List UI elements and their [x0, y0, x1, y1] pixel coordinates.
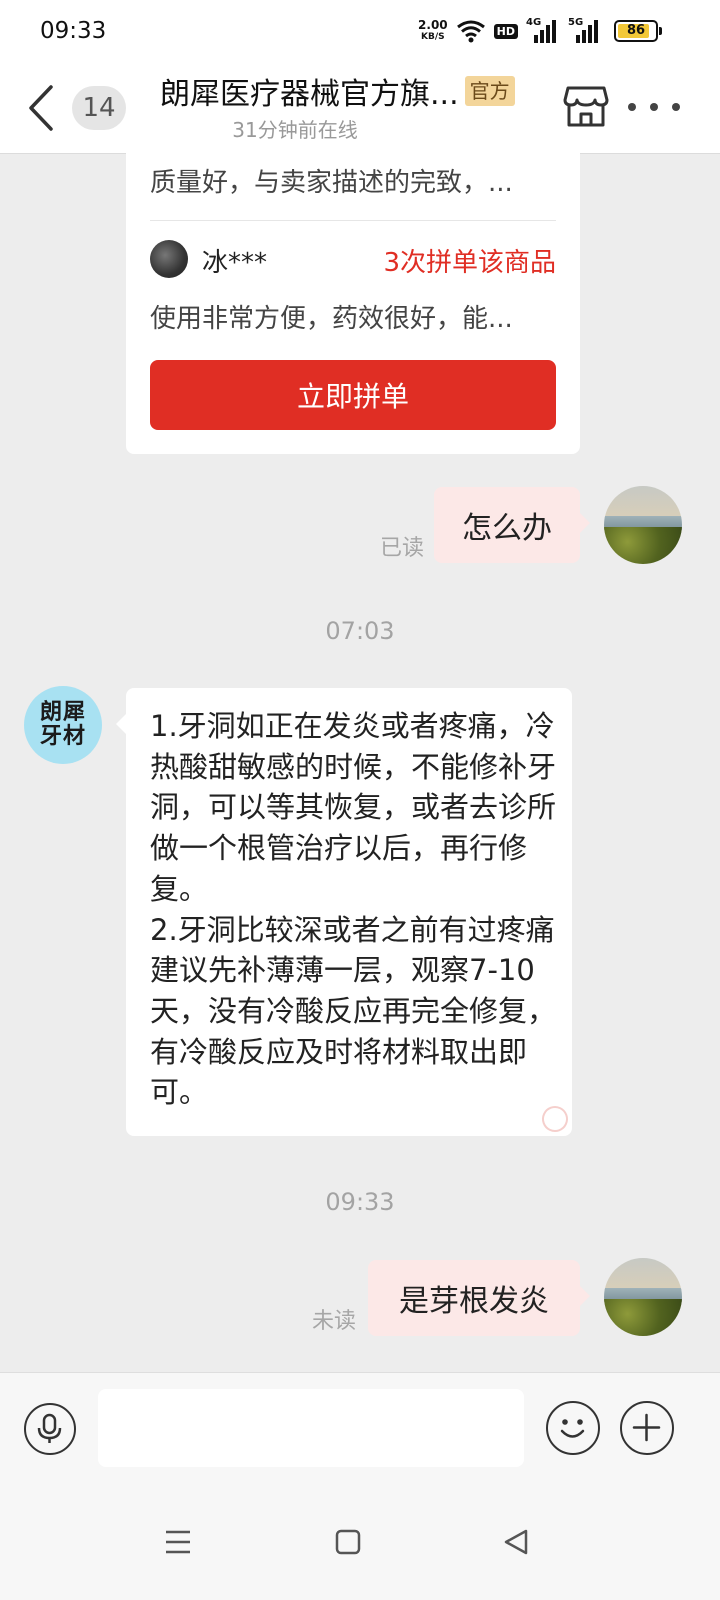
user-avatar[interactable]: [604, 486, 682, 564]
shop-logo-text: 朗犀 牙材: [39, 700, 86, 749]
back-triangle-icon: [504, 1529, 528, 1555]
reviewer-name: 冰***: [202, 248, 268, 278]
status-bar: 09:33 2.00 KB/S HD 4G 5G 86: [0, 0, 720, 62]
emoji-button[interactable]: [546, 1401, 600, 1455]
battery-icon: 86: [614, 20, 662, 42]
more-actions-button[interactable]: [620, 1401, 674, 1455]
home-icon: [335, 1529, 361, 1555]
menu-button[interactable]: [154, 1518, 202, 1566]
review-text: 质量好，与卖家描述的完致，...: [150, 168, 513, 198]
product-card[interactable]: 质量好，与卖家描述的完致，... 冰*** 3次拼单该商品 使用非常方便，药效很…: [126, 152, 580, 454]
back-icon: [29, 85, 53, 131]
shop-reply-text: 1.牙洞如正在发炎或者疼痛，冷热酸甜敏感的时候，不能修补牙洞，可以等其恢复，或者…: [150, 709, 557, 1110]
divider: [150, 220, 556, 221]
message-input[interactable]: [98, 1389, 524, 1467]
hd-icon: HD: [493, 23, 518, 39]
wifi-icon: [456, 19, 486, 43]
back-button[interactable]: [22, 80, 58, 136]
battery-level: 86: [626, 23, 646, 38]
signal-5g-icon: 5G: [568, 17, 602, 43]
group-buy-count: 3次拼单该商品: [383, 248, 556, 278]
network-speed: 2.00 KB/S: [418, 19, 448, 43]
shop-name: 朗犀医疗器械官方旗...: [160, 77, 459, 112]
chat-header: 14 朗犀医疗器械官方旗... 官方 31分钟前在线: [0, 62, 720, 154]
outgoing-message[interactable]: 是芽根发炎: [368, 1260, 590, 1336]
plus-icon: [632, 1413, 661, 1442]
signal-4g-icon: 4G: [526, 17, 560, 43]
more-button[interactable]: [628, 92, 680, 122]
review-text: 使用非常方便，药效很好，能...: [150, 304, 513, 334]
menu-icon: [166, 1530, 190, 1554]
status-icons: 2.00 KB/S HD 4G 5G 86: [418, 16, 662, 46]
timestamp: 09:33: [325, 1188, 395, 1216]
read-status: 未读: [312, 1309, 357, 1334]
outgoing-message[interactable]: 怎么办: [434, 487, 590, 563]
network-speed-value: 2.00: [418, 18, 448, 32]
shop-avatar[interactable]: 朗犀 牙材: [24, 686, 102, 764]
system-nav-bar: [0, 1484, 720, 1600]
more-icon: [628, 103, 636, 111]
user-avatar[interactable]: [604, 1258, 682, 1336]
unread-count-badge[interactable]: 14: [72, 86, 126, 130]
input-bar: [0, 1372, 720, 1484]
online-status: 31分钟前在线: [232, 118, 358, 142]
home-button[interactable]: [324, 1518, 372, 1566]
group-buy-button[interactable]: 立即拼单: [150, 360, 556, 430]
official-badge: 官方: [464, 76, 515, 106]
store-button[interactable]: [562, 82, 610, 130]
incoming-message[interactable]: 1.牙洞如正在发炎或者疼痛，冷热酸甜敏感的时候，不能修补牙洞，可以等其恢复，或者…: [116, 688, 572, 1136]
system-back-button[interactable]: [492, 1518, 540, 1566]
chat-title[interactable]: 朗犀医疗器械官方旗... 官方 31分钟前在线: [160, 70, 560, 143]
reviewer-avatar: [150, 240, 188, 278]
store-icon: [563, 86, 609, 127]
read-status: 已读: [380, 536, 425, 561]
emoji-icon: [560, 1419, 585, 1438]
voice-button[interactable]: [24, 1403, 76, 1455]
microphone-icon: [37, 1413, 62, 1443]
timestamp: 07:03: [325, 617, 395, 645]
status-time: 09:33: [40, 18, 107, 44]
network-speed-unit: KB/S: [421, 32, 445, 42]
